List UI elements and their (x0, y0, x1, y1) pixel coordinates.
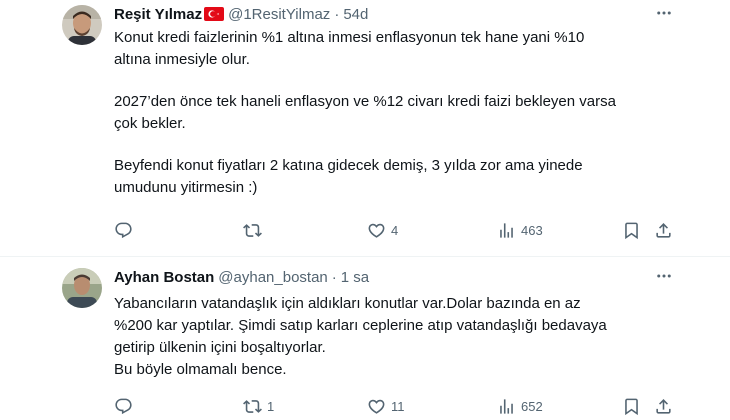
views-count: 463 (521, 222, 543, 238)
tweet-text-line: Yabancıların vatandaşlık için aldıkları … (114, 295, 581, 312)
avatar[interactable] (62, 5, 102, 45)
analytics-icon (500, 398, 513, 414)
like-button[interactable]: 11 (367, 394, 405, 418)
reply-button[interactable] (114, 394, 138, 418)
tweet-text-line: Bu böyle olmamalı bence. (114, 361, 287, 378)
more-horizontal-icon[interactable] (652, 3, 676, 23)
views-button[interactable]: 463 (497, 218, 543, 242)
like-count: 4 (391, 222, 399, 238)
tweet-text: Yabancıların vatandaşlık için aldıkları … (114, 293, 674, 381)
tweet-header: Reşit Yılmaz @1ResitYilmaz · 54d (114, 4, 368, 24)
bookmark-button[interactable] (622, 394, 641, 418)
tweet-text-line: umudunu yitirmesin :) (114, 179, 258, 196)
retweet-button[interactable]: 1 (243, 394, 274, 418)
tweet-time[interactable]: 1 sa (341, 269, 369, 286)
tweet-time[interactable]: 54d (343, 6, 368, 23)
bookmark-button[interactable] (622, 218, 641, 242)
heart-icon (368, 223, 385, 238)
share-icon (656, 398, 671, 414)
like-button[interactable]: 4 (367, 218, 398, 242)
tweet-text-line: 2027’den önce tek haneli enflasyon ve %1… (114, 93, 616, 110)
views-button[interactable]: 652 (497, 394, 543, 418)
tweet-text-line: getirip ülkenin içini boşaltıyorlar. (114, 339, 326, 356)
bookmark-icon (625, 398, 638, 415)
tweet-1[interactable]: Reşit Yılmaz @1ResitYilmaz · 54d Konut k… (0, 0, 730, 256)
author-name[interactable]: Ayhan Bostan (114, 269, 214, 286)
tweet-actions: 4 463 (0, 218, 730, 242)
reply-button[interactable] (114, 218, 138, 242)
tweet-text-line: altına inmesiyle olur. (114, 51, 250, 68)
tweet-actions: 1 11 652 (0, 394, 730, 418)
retweet-button[interactable] (243, 218, 267, 242)
header-separator: · (334, 5, 340, 23)
retweet-icon (243, 399, 262, 413)
avatar[interactable] (62, 268, 102, 308)
share-icon (656, 222, 671, 238)
tweet-header: Ayhan Bostan @ayhan_bostan · 1 sa (114, 267, 369, 287)
author-name[interactable]: Reşit Yılmaz (114, 6, 202, 23)
retweet-count: 1 (267, 398, 275, 414)
header-separator: · (331, 268, 337, 286)
tweet-2[interactable]: Ayhan Bostan @ayhan_bostan · 1 sa Yabanc… (0, 256, 730, 420)
author-handle[interactable]: @ayhan_bostan (218, 269, 327, 286)
heart-icon (368, 399, 385, 414)
author-handle[interactable]: @1ResitYilmaz (228, 6, 330, 23)
retweet-icon (243, 223, 262, 237)
share-button[interactable] (654, 394, 673, 418)
tweet-text-line: Beyfendi konut fiyatları 2 katına gidece… (114, 157, 583, 174)
tweet-text: Konut kredi faizlerinin %1 altına inmesi… (114, 27, 674, 199)
bookmark-icon (625, 222, 638, 239)
reply-icon (115, 222, 132, 238)
tweet-text-line: çok bekler. (114, 115, 186, 132)
views-count: 652 (521, 398, 543, 414)
tweet-text-line: Konut kredi faizlerinin %1 altına inmesi… (114, 29, 585, 46)
share-button[interactable] (654, 218, 673, 242)
turkey-flag-icon (204, 7, 225, 21)
more-horizontal-icon[interactable] (652, 266, 676, 286)
analytics-icon (500, 222, 513, 238)
like-count: 11 (391, 398, 405, 414)
reply-icon (115, 398, 132, 414)
tweet-text-line: %200 kar yaptılar. Şimdi satıp karları c… (114, 317, 607, 334)
